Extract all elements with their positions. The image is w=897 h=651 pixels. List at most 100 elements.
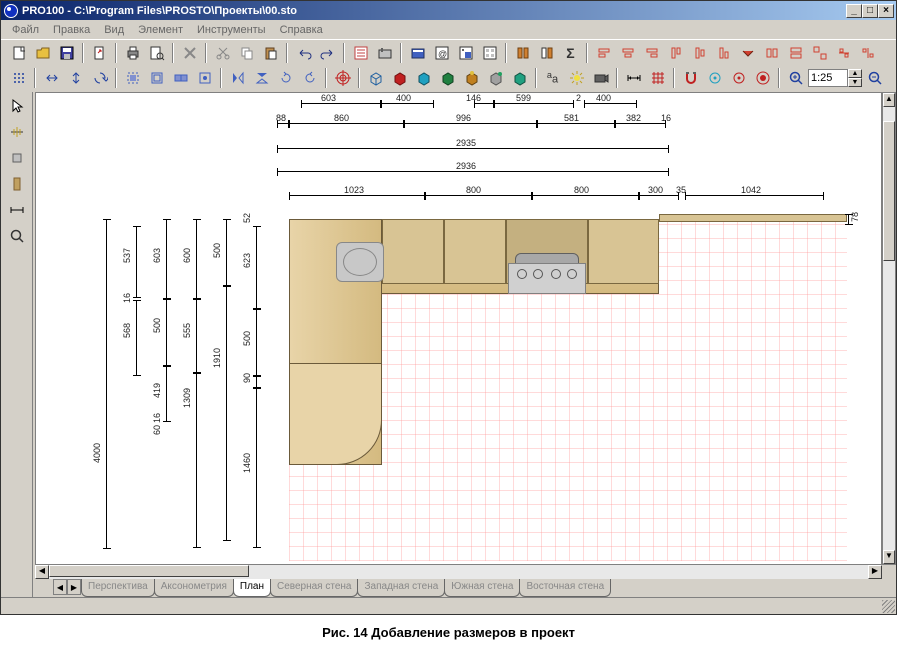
align-icon-10[interactable]	[808, 42, 831, 64]
drawing-canvas[interactable]: 603 400 146 599 2 400 88 860 996 581 382…	[35, 92, 882, 565]
tab-west[interactable]: Западная стена	[357, 579, 445, 597]
align-icon-11[interactable]	[832, 42, 855, 64]
align-icon-12[interactable]	[856, 42, 879, 64]
magnet-icon[interactable]	[679, 67, 702, 89]
paste-icon[interactable]	[259, 42, 282, 64]
align-icon-5[interactable]	[688, 42, 711, 64]
snap-target-red-icon[interactable]	[751, 67, 774, 89]
grid-icon[interactable]	[646, 67, 669, 89]
tool-icon-3[interactable]: @	[430, 42, 453, 64]
snap-cyan-icon[interactable]	[703, 67, 726, 89]
zoom-in-icon[interactable]	[784, 67, 807, 89]
flip-v-icon[interactable]	[250, 67, 273, 89]
tool-icon-7[interactable]	[535, 42, 558, 64]
menu-file[interactable]: Файл	[5, 22, 46, 38]
move-y-icon[interactable]	[64, 67, 87, 89]
rotate-ccw-icon[interactable]	[298, 67, 321, 89]
tab-plan[interactable]: План	[233, 579, 271, 597]
tab-scroll-left-icon[interactable]: ◀	[53, 579, 67, 595]
light-icon[interactable]	[565, 67, 588, 89]
tool-icon-2[interactable]	[406, 42, 429, 64]
rotate-icon[interactable]	[88, 67, 111, 89]
menu-edit[interactable]: Правка	[46, 22, 97, 38]
align-icon-4[interactable]	[664, 42, 687, 64]
menu-help[interactable]: Справка	[273, 22, 330, 38]
snap-red-icon[interactable]	[727, 67, 750, 89]
element-tool-icon[interactable]	[4, 146, 30, 170]
tool-icon-5[interactable]	[478, 42, 501, 64]
zoom-spinner[interactable]: ▲▼	[848, 69, 862, 87]
tool-icon-6[interactable]	[511, 42, 534, 64]
cut-icon[interactable]	[211, 42, 234, 64]
menu-view[interactable]: Вид	[97, 22, 131, 38]
align-icon-8[interactable]	[760, 42, 783, 64]
align-icon-9[interactable]	[784, 42, 807, 64]
target-icon[interactable]	[331, 67, 354, 89]
group-icon-4[interactable]	[193, 67, 216, 89]
save-icon[interactable]	[55, 42, 78, 64]
undo-icon[interactable]	[292, 42, 315, 64]
dimension-tool-icon[interactable]	[4, 198, 30, 222]
tool-icon-1[interactable]	[373, 42, 396, 64]
pointer-icon[interactable]	[4, 94, 30, 118]
redo-icon[interactable]	[316, 42, 339, 64]
flip-h-icon[interactable]	[226, 67, 249, 89]
move-x-icon[interactable]	[40, 67, 63, 89]
light-tool-icon[interactable]	[4, 120, 30, 144]
zoom-input[interactable]	[808, 69, 848, 87]
camera-icon[interactable]	[589, 67, 612, 89]
zoom-out-icon[interactable]	[863, 67, 886, 89]
tab-axonometry[interactable]: Аксонометрия	[154, 579, 234, 597]
copy-icon[interactable]	[235, 42, 258, 64]
scroll-up-icon[interactable]: ▲	[883, 93, 895, 107]
box3d-icon-5[interactable]	[460, 67, 483, 89]
align-icon-1[interactable]	[592, 42, 615, 64]
resize-grip[interactable]	[882, 600, 895, 613]
horizontal-scrollbar[interactable]: ◀ ▶	[35, 565, 882, 579]
zoom-tool-icon[interactable]	[4, 224, 30, 248]
tab-scroll-right-icon[interactable]: ▶	[67, 579, 81, 595]
tab-south[interactable]: Южная стена	[444, 579, 520, 597]
menu-tools[interactable]: Инструменты	[190, 22, 273, 38]
box3d-icon-7[interactable]	[508, 67, 531, 89]
box3d-icon-2[interactable]	[388, 67, 411, 89]
open-icon[interactable]	[31, 42, 54, 64]
text-icon[interactable]: aa	[541, 67, 564, 89]
tab-north[interactable]: Северная стена	[270, 579, 359, 597]
print-preview-icon[interactable]	[145, 42, 168, 64]
vertical-scrollbar[interactable]: ▲ ▼	[882, 92, 896, 565]
tab-perspective[interactable]: Перспектива	[81, 579, 155, 597]
properties-icon[interactable]	[349, 42, 372, 64]
group-icon-1[interactable]	[121, 67, 144, 89]
export-icon[interactable]	[88, 42, 111, 64]
align-icon-2[interactable]	[616, 42, 639, 64]
snap-icon[interactable]	[7, 67, 30, 89]
align-icon-3[interactable]	[640, 42, 663, 64]
close-button[interactable]: ×	[878, 4, 894, 18]
panel-tool-icon[interactable]	[4, 172, 30, 196]
menu-element[interactable]: Элемент	[131, 22, 190, 38]
dimension-icon[interactable]	[622, 67, 645, 89]
scroll-down-icon[interactable]: ▼	[883, 550, 895, 564]
print-icon[interactable]	[121, 42, 144, 64]
scroll-thumb-h[interactable]	[49, 565, 249, 577]
rotate-cw-icon[interactable]	[274, 67, 297, 89]
tool-icon-4[interactable]	[454, 42, 477, 64]
scroll-right-icon[interactable]: ▶	[868, 565, 882, 579]
tab-east[interactable]: Восточная стена	[519, 579, 611, 597]
tool-sum-icon[interactable]: Σ	[559, 42, 582, 64]
group-icon-3[interactable]	[169, 67, 192, 89]
group-icon-2[interactable]	[145, 67, 168, 89]
maximize-button[interactable]: □	[862, 4, 878, 18]
align-icon-6[interactable]	[712, 42, 735, 64]
align-icon-7[interactable]	[736, 42, 759, 64]
new-icon[interactable]	[7, 42, 30, 64]
box3d-icon-4[interactable]	[436, 67, 459, 89]
delete-icon[interactable]	[178, 42, 201, 64]
box3d-icon-3[interactable]	[412, 67, 435, 89]
scroll-thumb-v[interactable]	[883, 121, 895, 261]
box3d-icon-1[interactable]	[364, 67, 387, 89]
scroll-left-icon[interactable]: ◀	[35, 565, 49, 579]
box3d-icon-6[interactable]	[484, 67, 507, 89]
minimize-button[interactable]: _	[846, 4, 862, 18]
